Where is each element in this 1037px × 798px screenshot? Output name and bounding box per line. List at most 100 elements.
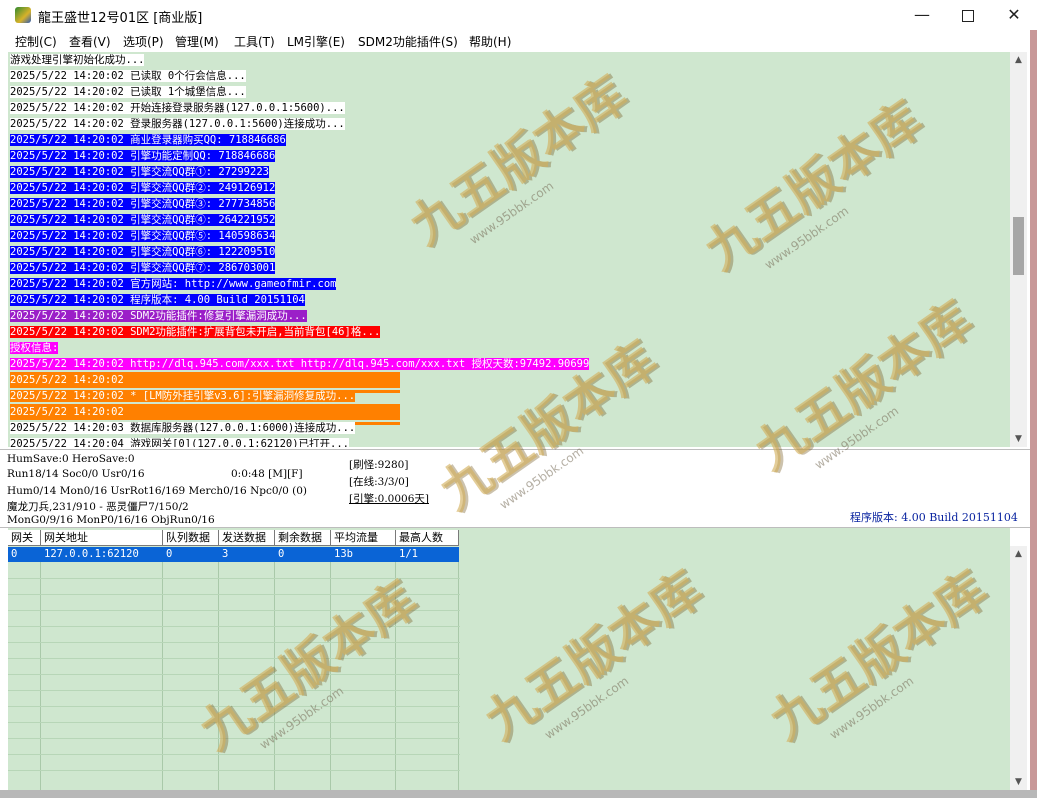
menu-help[interactable]: 帮助(H)	[469, 33, 511, 50]
program-version: 程序版本: 4.00 Build 20151104	[850, 511, 1018, 524]
menu-view[interactable]: 查看(V)	[69, 33, 111, 50]
log-line: 2025/5/22 14:20:02 引擎交流QQ群①: 27299223	[10, 164, 269, 180]
log-text: 2025/5/22 14:20:02 引擎交流QQ群②: 249126912	[10, 182, 276, 194]
app-icon	[15, 7, 31, 23]
log-scrollbar[interactable]: ▲ ▼	[1010, 52, 1027, 447]
menu-manage[interactable]: 管理(M)	[175, 33, 219, 50]
scroll-down-icon[interactable]: ▼	[1010, 774, 1027, 790]
grid-line	[8, 738, 460, 739]
grid-line	[458, 562, 459, 790]
cell-sent[interactable]: 3	[219, 547, 275, 562]
log-line: 2025/5/22 14:20:02 已读取 0个行会信息...	[10, 68, 246, 84]
cell-max-users[interactable]: 1/1	[396, 547, 459, 562]
scroll-up-icon[interactable]: ▲	[1010, 546, 1027, 562]
log-line: 2025/5/22 14:20:03 数据库服务器(127.0.0.1:6000…	[10, 420, 356, 436]
column-header-sent[interactable]: 发送数据	[219, 530, 275, 546]
menu-sdm2-plugin[interactable]: SDM2功能插件(S)	[358, 33, 458, 50]
title-bar: 龍王盛世12号01区 [商业版] — ✕	[0, 0, 1037, 30]
hum-status: Hum0/14 Mon0/16 UsrRot16/169 Merch0/16 N…	[7, 485, 307, 497]
log-text: 2025/5/22 14:20:02 引擎交流QQ群④: 264221952	[10, 214, 276, 226]
log-text: 2025/5/22 14:20:02 程序版本: 4.00 Build 2015…	[10, 294, 305, 306]
log-line: 2025/5/22 14:20:02 登录服务器(127.0.0.1:5600)…	[10, 116, 345, 132]
cell-remaining[interactable]: 0	[275, 547, 331, 562]
log-text: 2025/5/22 14:20:02	[10, 372, 400, 388]
grid-line	[8, 594, 460, 595]
log-text: 2025/5/22 14:20:02 登录服务器(127.0.0.1:5600)…	[10, 118, 345, 130]
log-text: 2025/5/22 14:20:02 已读取 1个城堡信息...	[10, 86, 246, 98]
log-line: 2025/5/22 14:20:02 引擎交流QQ群③: 277734856	[10, 196, 276, 212]
menu-tools[interactable]: 工具(T)	[234, 33, 275, 50]
log-line: 2025/5/22 14:20:02 http://dlq.945.com/xx…	[10, 356, 590, 372]
uptime-timer: 0:0:48 [M][F]	[231, 468, 303, 480]
column-header-avg-traffic[interactable]: 平均流量	[331, 530, 396, 546]
minimize-button[interactable]: —	[899, 0, 945, 30]
mon-gen-status: MonG0/9/16 MonP0/16/16 ObjRun0/16	[7, 514, 215, 526]
log-line: 2025/5/22 14:20:02 引擎交流QQ群⑥: 122209510	[10, 244, 276, 260]
log-line: 2025/5/22 14:20:02 SDM2功能插件:扩展背包未开启,当前背包…	[10, 324, 381, 340]
log-line: 2025/5/22 14:20:02 程序版本: 4.00 Build 2015…	[10, 292, 305, 308]
log-text: 2025/5/22 14:20:02 开始连接登录服务器(127.0.0.1:5…	[10, 102, 345, 114]
grid-line	[8, 626, 460, 627]
log-text: 2025/5/22 14:20:02 引擎交流QQ群⑥: 122209510	[10, 246, 276, 258]
column-header-max-users[interactable]: 最高人数	[396, 530, 459, 546]
background-edge	[1030, 30, 1037, 798]
log-text: 2025/5/22 14:20:02 引擎交流QQ群⑤: 140598634	[10, 230, 276, 242]
log-text: 2025/5/22 14:20:03 数据库服务器(127.0.0.1:6000…	[10, 422, 356, 434]
column-header-queue[interactable]: 队列数据	[163, 530, 219, 546]
log-divider	[10, 414, 400, 425]
maximize-icon	[962, 9, 974, 22]
column-header-address[interactable]: 网关地址	[41, 530, 163, 546]
log-line: 2025/5/22 14:20:02 引擎功能定制QQ: 718846686	[10, 148, 276, 164]
log-line: 2025/5/22 14:20:02 引擎交流QQ群⑤: 140598634	[10, 228, 276, 244]
log-line: 2025/5/22 14:20:02 引擎交流QQ群④: 264221952	[10, 212, 276, 228]
engine-days-link[interactable]: [引擎:0.0006天]	[349, 491, 429, 506]
gateway-grid[interactable]: 网关 网关地址 队列数据 发送数据 剩余数据 平均流量 最高人数 0 127.0…	[8, 528, 1010, 790]
log-line: 2025/5/22 14:20:02 * [LM防外挂引擎v3.6]:引擎漏洞修…	[10, 388, 356, 404]
window-title: 龍王盛世12号01区 [商业版]	[38, 11, 203, 26]
scroll-up-icon[interactable]: ▲	[1010, 52, 1027, 68]
cell-address[interactable]: 127.0.0.1:62120	[41, 547, 163, 562]
log-pane[interactable]: 游戏处理引擎初始化成功... 2025/5/22 14:20:02 已读取 0个…	[8, 52, 1010, 447]
cell-queue[interactable]: 0	[163, 547, 219, 562]
cell-gateway[interactable]: 0	[8, 547, 41, 562]
close-button[interactable]: ✕	[991, 0, 1037, 30]
menu-bar: 控制(C) 查看(V) 选项(P) 管理(M) 工具(T) LM引擎(E) SD…	[0, 30, 1037, 52]
menu-control[interactable]: 控制(C)	[15, 33, 57, 50]
log-text: 2025/5/22 14:20:02 * [LM防外挂引擎v3.6]:引擎漏洞修…	[10, 390, 356, 402]
grid-line	[8, 658, 460, 659]
log-text: 2025/5/22 14:20:02 http://dlq.945.com/xx…	[10, 358, 590, 370]
grid-line	[395, 562, 396, 790]
column-header-remaining[interactable]: 剩余数据	[275, 530, 331, 546]
hum-save-status: HumSave:0 HeroSave:0	[7, 453, 135, 465]
scroll-thumb[interactable]	[1013, 217, 1024, 275]
grid-scrollbar[interactable]: ▲ ▼	[1010, 546, 1027, 790]
monster-status: 魔龙刀兵,231/910 - 恶灵僵尸7/150/2	[7, 501, 189, 513]
grid-line	[8, 690, 460, 691]
menu-options[interactable]: 选项(P)	[123, 33, 164, 50]
log-line: 2025/5/22 14:20:02 已读取 1个城堡信息...	[10, 84, 246, 100]
log-line: 2025/5/22 14:20:02 SDM2功能插件:修复引擎漏洞成功...	[10, 308, 307, 324]
log-text: 2025/5/22 14:20:02 SDM2功能插件:扩展背包未开启,当前背包…	[10, 326, 381, 338]
maximize-button[interactable]	[945, 0, 991, 30]
grid-line	[8, 578, 460, 579]
log-text: 2025/5/22 14:20:02 引擎交流QQ群③: 277734856	[10, 198, 276, 210]
log-text: 授权信息:	[10, 342, 59, 354]
run-status: Run18/14 Soc0/0 Usr0/16	[7, 468, 145, 480]
log-text: 游戏处理引擎初始化成功...	[10, 54, 145, 66]
online-count: [在线:3/3/0]	[349, 476, 409, 488]
grid-line	[8, 610, 460, 611]
log-divider	[10, 382, 400, 393]
cell-avg-traffic[interactable]: 13b	[331, 547, 396, 562]
column-header-gateway[interactable]: 网关	[8, 530, 41, 546]
grid-line	[8, 722, 460, 723]
log-line: 2025/5/22 14:20:02 引擎交流QQ群⑦: 286703001	[10, 260, 276, 276]
window-bottom-border	[0, 790, 1037, 798]
log-line: 授权信息:	[10, 340, 59, 356]
grid-line	[8, 754, 460, 755]
log-line: 2025/5/22 14:20:02	[10, 404, 400, 420]
scroll-down-icon[interactable]: ▼	[1010, 431, 1027, 447]
grid-line	[8, 706, 460, 707]
grid-line	[8, 770, 460, 771]
log-text: 2025/5/22 14:20:02 引擎交流QQ群①: 27299223	[10, 166, 269, 178]
menu-lm-engine[interactable]: LM引擎(E)	[287, 33, 345, 50]
